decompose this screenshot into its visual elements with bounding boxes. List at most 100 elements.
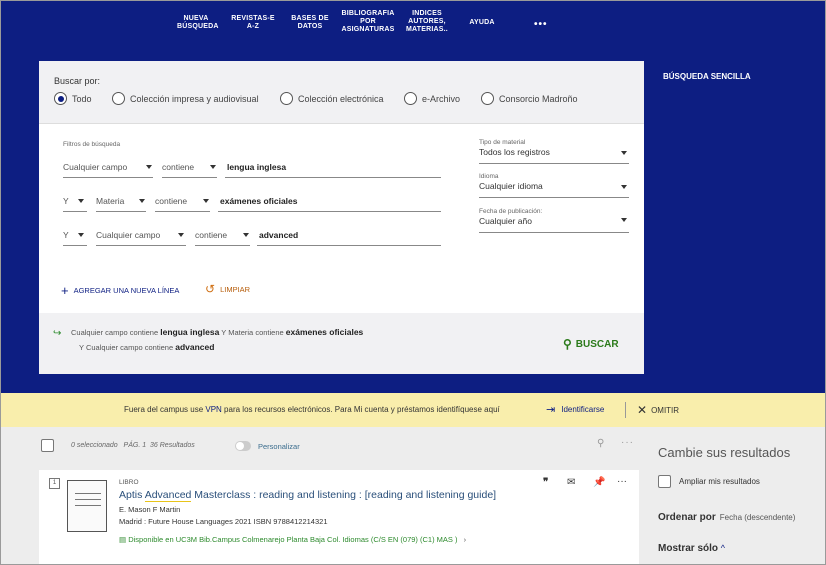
field-select[interactable]: Cualquier campo <box>63 162 127 172</box>
clear-label: LIMPIAR <box>220 284 251 294</box>
nav-indexes[interactable]: INDICES AUTORES, MATERIAS.. <box>404 10 450 34</box>
more-options-icon[interactable]: ··· <box>617 476 627 487</box>
identify-button[interactable]: ⇥ Identificarse <box>546 403 604 416</box>
add-line-button[interactable]: + AGREGAR UNA NUEVA LÍNEA <box>61 283 179 298</box>
nav-ejournals[interactable]: REVISTAS-E A-Z <box>229 15 277 31</box>
close-icon: ✕ <box>637 403 648 417</box>
quote-icon[interactable]: ❞ <box>543 477 548 488</box>
chevron-down-icon[interactable] <box>243 233 249 237</box>
search-row-3: Y Cualquier campo contiene advanced <box>63 230 463 248</box>
chevron-down-icon[interactable] <box>178 233 184 237</box>
nav-more-icon[interactable]: ••• <box>534 19 548 30</box>
nav-databases[interactable]: BASES DE DATOS <box>289 15 331 31</box>
nav-help[interactable]: AYUDA <box>467 19 497 27</box>
radio-icon <box>112 92 125 105</box>
result-title[interactable]: Aptis Advanced Masterclass : reading and… <box>119 489 496 502</box>
underline <box>63 211 87 212</box>
radio-label: Colección impresa y audiovisual <box>130 93 259 104</box>
search-input[interactable]: lengua inglesa <box>227 162 286 172</box>
underline <box>96 245 186 246</box>
scope-radio-print[interactable]: Colección impresa y audiovisual <box>112 92 259 105</box>
radio-icon <box>481 92 494 105</box>
boolean-select[interactable]: Y <box>63 230 69 240</box>
simple-search-link[interactable]: BÚSQUEDA SENCILLA <box>663 72 751 81</box>
nav-new-search[interactable]: NUEVA BÚSQUEDA <box>177 15 218 31</box>
result-item[interactable]: 1 LIBRO Aptis Advanced Masterclass : rea… <box>39 470 639 564</box>
field-select[interactable]: Cualquier campo <box>96 230 160 240</box>
language-select[interactable]: Idioma Cualquier idioma <box>479 173 629 198</box>
radio-label: Colección electrónica <box>298 93 384 104</box>
underline <box>162 177 217 178</box>
underline <box>96 211 146 212</box>
personalize-label[interactable]: Personalizar <box>258 442 300 451</box>
operator-select[interactable]: contiene <box>155 196 187 206</box>
chevron-down-icon[interactable] <box>78 199 84 203</box>
vpn-link[interactable]: VPN <box>205 405 221 414</box>
filters-title: Filtros de búsqueda <box>63 141 121 148</box>
material-type-select[interactable]: Tipo de material Todos los registros <box>479 139 629 164</box>
divider <box>39 123 644 124</box>
personalize-toggle[interactable] <box>235 441 251 451</box>
chevron-down-icon[interactable] <box>210 165 216 169</box>
boolean-select[interactable]: Y <box>63 196 69 206</box>
omit-label: OMITIR <box>651 405 680 415</box>
radio-label: e-Archivo <box>422 93 461 104</box>
email-icon[interactable]: ✉ <box>567 477 575 488</box>
underline <box>225 177 441 178</box>
advanced-search-card: Buscar por: Todo Colección impresa y aud… <box>39 61 644 374</box>
search-by-label: Buscar por: <box>54 76 101 86</box>
clear-button[interactable]: ↺ LIMPIAR <box>205 282 250 296</box>
more-options-icon[interactable]: ··· <box>621 437 634 448</box>
search-row-1: Cualquier campo contiene lengua inglesa <box>63 162 463 180</box>
query-summary: ↪ Cualquier campo contiene lengua ingles… <box>39 313 644 374</box>
scope-radio-electronic[interactable]: Colección electrónica <box>280 92 384 105</box>
field-select[interactable]: Materia <box>96 196 124 206</box>
result-author: E. Mason F Martin <box>119 505 181 514</box>
header-area: NUEVA BÚSQUEDA REVISTAS-E A-Z BASES DE D… <box>1 1 825 393</box>
scope-radio-madrono[interactable]: Consorcio Madroño <box>481 92 578 105</box>
result-availability[interactable]: ▤ Disponible en UC3M Bib.Campus Colmenar… <box>119 535 466 544</box>
radio-label: Consorcio Madroño <box>499 93 578 104</box>
select-all-checkbox[interactable] <box>41 439 54 452</box>
scope-radio-todo[interactable]: Todo <box>54 92 92 105</box>
nav-bibliography[interactable]: BIBLIOGRAFIA POR ASIGNATURAS <box>341 10 395 34</box>
radio-icon <box>280 92 293 105</box>
material-type-label: Tipo de material <box>479 139 526 146</box>
pin-icon[interactable]: 📌 <box>593 477 605 488</box>
expand-results-label: Ampliar mis resultados <box>679 477 760 486</box>
chevron-down-icon[interactable] <box>146 165 152 169</box>
sort-control[interactable]: Ordenar por Fecha (descendente) <box>658 512 795 523</box>
results-meta: 0 seleccionado PÁG. 1 36 Resultados <box>71 442 195 449</box>
chevron-down-icon <box>621 185 627 189</box>
pin-icon[interactable]: ⚲ <box>597 438 604 449</box>
operator-select[interactable]: contiene <box>195 230 227 240</box>
show-only-section[interactable]: Mostrar sólo ^ <box>658 543 725 554</box>
chevron-down-icon[interactable] <box>139 199 145 203</box>
omit-button[interactable]: ✕ OMITIR <box>637 403 679 417</box>
underline <box>155 211 210 212</box>
chevron-down-icon[interactable] <box>203 199 209 203</box>
identify-label: Identificarse <box>561 405 605 414</box>
pub-date-select[interactable]: Fecha de publicación: Cualquier año <box>479 208 629 233</box>
chevron-down-icon[interactable] <box>78 233 84 237</box>
chevron-right-icon: › <box>463 535 467 544</box>
pub-date-label: Fecha de publicación: <box>479 208 543 215</box>
summary-line-2: Y Cualquier campo contiene advanced <box>79 342 215 352</box>
summary-line-1: Cualquier campo contiene lengua inglesa … <box>71 327 364 337</box>
search-input[interactable]: advanced <box>259 230 298 240</box>
expand-results-option[interactable]: Ampliar mis resultados <box>658 475 760 488</box>
plus-icon: + <box>61 283 69 298</box>
expand-results-checkbox[interactable] <box>658 475 671 488</box>
search-input[interactable]: exámenes oficiales <box>220 196 298 206</box>
underline <box>257 245 441 246</box>
language-value: Cualquier idioma <box>479 181 543 191</box>
availability-icon: ▤ <box>119 535 127 544</box>
results-toolbar: 0 seleccionado PÁG. 1 36 Resultados Pers… <box>39 435 639 457</box>
search-button[interactable]: ⚲ BUSCAR <box>563 337 619 351</box>
search-button-label: BUSCAR <box>575 338 619 350</box>
vpn-banner: Fuera del campus use VPN para los recurs… <box>1 393 825 427</box>
operator-select[interactable]: contiene <box>162 162 194 172</box>
arrow-right-icon: ↪ <box>53 328 62 339</box>
app-frame: NUEVA BÚSQUEDA REVISTAS-E A-Z BASES DE D… <box>0 0 826 565</box>
scope-radio-earchivo[interactable]: e-Archivo <box>404 92 460 105</box>
